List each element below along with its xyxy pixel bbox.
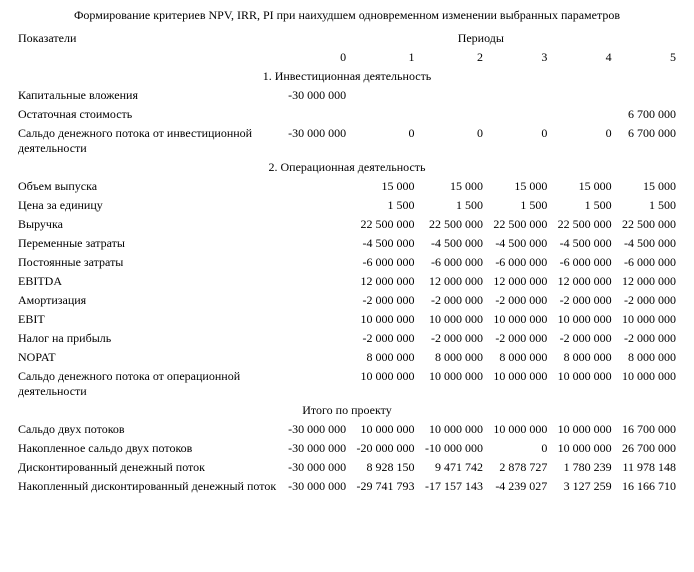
financial-table: Показатели Периоды 0 1 2 3 4 5 1. Инвест… [14,29,680,496]
label: Остаточная стоимость [14,105,282,124]
label: Переменные затраты [14,234,282,253]
period-1: 1 [350,48,418,67]
label: EBITDA [14,272,282,291]
row-volume: Объем выпуска 15 00015 00015 00015 00015… [14,177,680,196]
row-saldo-inv: Сальдо денежного потока от инвестиционно… [14,124,680,158]
row-saldo: Сальдо двух потоков -30 000 00010 000 00… [14,420,680,439]
label: Постоянные затраты [14,253,282,272]
period-3: 3 [487,48,551,67]
row-ebitda: EBITDA 12 000 00012 000 00012 000 00012 … [14,272,680,291]
label: Сальдо денежного потока от операционной … [14,367,282,401]
period-5: 5 [616,48,680,67]
header-row-1: Показатели Периоды [14,29,680,48]
label: Сальдо двух потоков [14,420,282,439]
period-0: 0 [282,48,350,67]
row-ebit: EBIT 10 000 00010 000 00010 000 00010 00… [14,310,680,329]
period-2: 2 [419,48,487,67]
label: EBIT [14,310,282,329]
section-oper: 2. Операционная деятельность [14,158,680,177]
label: Амортизация [14,291,282,310]
row-saldo-op: Сальдо денежного потока от операционной … [14,367,680,401]
period-4: 4 [551,48,615,67]
row-nopat: NOPAT 8 000 0008 000 0008 000 0008 000 0… [14,348,680,367]
label: Объем выпуска [14,177,282,196]
col-periods: Периоды [282,29,680,48]
row-disc: Дисконтированный денежный поток -30 000 … [14,458,680,477]
label: Накопленный дисконтированный денежный по… [14,477,282,496]
row-revenue: Выручка 22 500 00022 500 00022 500 00022… [14,215,680,234]
row-liquid: Остаточная стоимость 6 700 000 [14,105,680,124]
row-fixcost: Постоянные затраты -6 000 000-6 000 000-… [14,253,680,272]
row-varcost: Переменные затраты -4 500 000-4 500 000-… [14,234,680,253]
row-deprec: Амортизация -2 000 000-2 000 000-2 000 0… [14,291,680,310]
label: Цена за единицу [14,196,282,215]
label: Дисконтированный денежный поток [14,458,282,477]
row-capex: Капитальные вложения -30 000 000 [14,86,680,105]
label: Налог на прибыль [14,329,282,348]
label: NOPAT [14,348,282,367]
page-title: Формирование критериев NPV, IRR, PI при … [14,8,680,23]
label: Накопленное сальдо двух потоков [14,439,282,458]
section-total: Итого по проекту [14,401,680,420]
row-tax: Налог на прибыль -2 000 000-2 000 000-2 … [14,329,680,348]
label: Сальдо денежного потока от инвестиционно… [14,124,282,158]
row-cum: Накопленное сальдо двух потоков -30 000 … [14,439,680,458]
label: Выручка [14,215,282,234]
row-price: Цена за единицу 1 5001 5001 5001 5001 50… [14,196,680,215]
label: Капитальные вложения [14,86,282,105]
section-invest: 1. Инвестиционная деятельность [14,67,680,86]
row-cumdisc: Накопленный дисконтированный денежный по… [14,477,680,496]
col-indicators: Показатели [14,29,282,67]
